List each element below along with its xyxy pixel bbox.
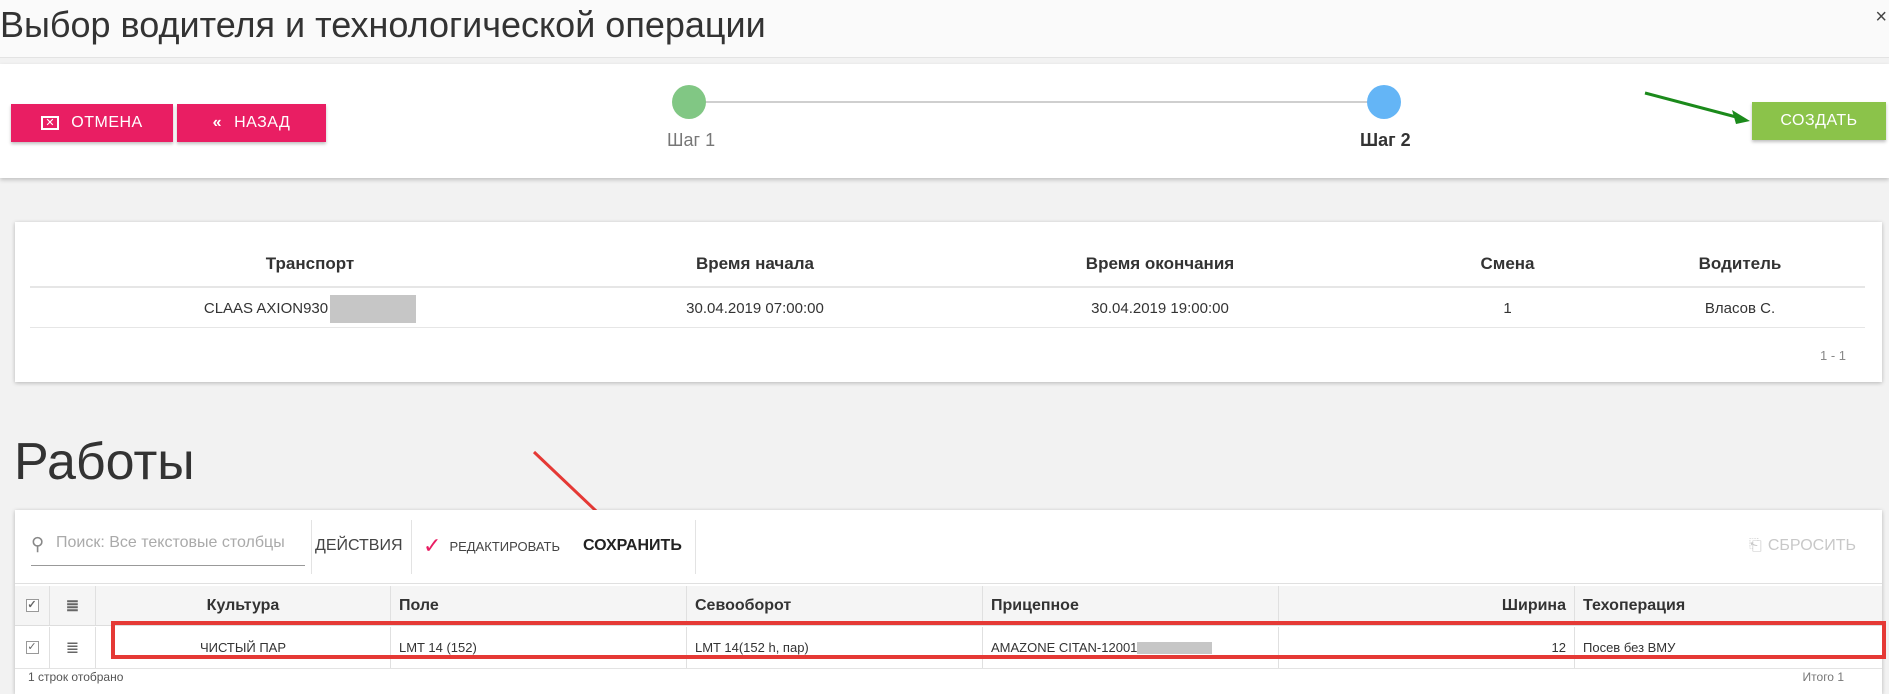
cell-transport: CLAAS AXION930 <box>30 290 590 327</box>
create-button[interactable]: СОЗДАТЬ <box>1752 102 1886 140</box>
cell-shift: 1 <box>1503 300 1512 317</box>
works-grid-card: ⚲ ДЕЙСТВИЯ ✓ РЕДАКТИРОВАТЬ СОХРАНИТЬ ⎗ С… <box>15 510 1886 694</box>
step-connector-line <box>689 101 1385 103</box>
redacted-block <box>1137 641 1213 654</box>
cell-driver: Власов С. <box>1704 300 1776 317</box>
cell-trailer[interactable]: AMAZONE CITAN-12001 <box>983 627 1279 668</box>
transport-name: CLAAS AXION930 <box>203 300 329 317</box>
edit-button-label: РЕДАКТИРОВАТЬ <box>449 538 560 554</box>
transport-table-header: Транспорт Время начала Время окончания С… <box>30 242 1865 288</box>
col-trailer[interactable]: Прицепное <box>983 586 1279 625</box>
cell-rotation[interactable]: LMT 14(152 h, пар) <box>687 627 983 668</box>
double-chevron-left-icon: « <box>212 114 223 131</box>
cancel-button-label: ОТМЕНА <box>71 114 143 131</box>
select-all-checkbox[interactable]: ✓ <box>25 599 39 612</box>
create-button-label: СОЗДАТЬ <box>1780 112 1858 129</box>
toolbar-divider <box>311 520 312 574</box>
actions-button[interactable]: ДЕЙСТВИЯ <box>315 528 403 564</box>
select-all-cell: ✓ <box>15 586 50 625</box>
col-width[interactable]: Ширина <box>1279 586 1575 625</box>
save-button[interactable]: СОХРАНИТЬ <box>583 528 682 564</box>
toolbar-divider <box>411 520 412 574</box>
row-checkbox[interactable]: ✓ <box>25 641 39 654</box>
reset-button[interactable]: ⎗ СБРОСИТЬ <box>1749 528 1856 564</box>
row-menu-icon[interactable]: ≣ <box>66 638 79 658</box>
col-rotation[interactable]: Севооборот <box>687 586 983 625</box>
stepper-panel: ✕ ОТМЕНА « НАЗАД Шаг 1 Шаг 2 СОЗДАТЬ <box>0 64 1889 178</box>
col-shift[interactable]: Смена <box>1400 242 1615 286</box>
cell-width[interactable]: 12 <box>1279 627 1575 668</box>
cancel-button[interactable]: ✕ ОТМЕНА <box>11 104 173 142</box>
edit-button[interactable]: ✓ РЕДАКТИРОВАТЬ <box>423 528 560 564</box>
total-count: Итого 1 <box>1802 670 1844 684</box>
step-1-dot[interactable] <box>672 85 706 119</box>
window-title: Выбор водителя и технологической операци… <box>0 4 766 45</box>
close-icon[interactable]: × <box>1875 6 1887 29</box>
cell-operation[interactable]: Посев без ВМУ <box>1575 627 1882 668</box>
selected-count: 1 строк отобрано <box>28 670 124 684</box>
reset-button-label: СБРОСИТЬ <box>1767 537 1856 554</box>
search-icon: ⚲ <box>31 534 45 554</box>
col-start-time[interactable]: Время начала <box>590 242 920 286</box>
cell-culture[interactable]: ЧИСТЫЙ ПАР <box>96 627 391 668</box>
col-transport[interactable]: Транспорт <box>30 242 590 286</box>
works-section-title: Работы <box>14 433 195 491</box>
works-table-header: ✓ ≣ Культура Поле Севооборот Прицепное Ш… <box>15 586 1882 626</box>
table-row[interactable]: CLAAS AXION930 30.04.2019 07:00:00 30.04… <box>30 290 1865 328</box>
col-field[interactable]: Поле <box>391 586 687 625</box>
search-box: ⚲ <box>31 526 305 566</box>
back-button-label: НАЗАД <box>234 114 291 131</box>
pager-info: 1 - 1 <box>1819 348 1846 363</box>
window-titlebar: Выбор водителя и технологической операци… <box>0 0 1889 58</box>
step-2-label: Шаг 2 <box>1360 130 1411 150</box>
col-driver[interactable]: Водитель <box>1615 242 1865 286</box>
cell-field[interactable]: LMT 14 (152) <box>391 627 687 668</box>
transport-card: Транспорт Время начала Время окончания С… <box>15 222 1882 382</box>
grid-toolbar: ⚲ ДЕЙСТВИЯ ✓ РЕДАКТИРОВАТЬ СОХРАНИТЬ ⎗ С… <box>15 510 1882 584</box>
cell-start-time: 30.04.2019 07:00:00 <box>686 300 824 317</box>
checkmark-icon: ✓ <box>423 533 442 558</box>
col-culture[interactable]: Культура <box>96 586 391 625</box>
trailer-name: AMAZONE CITAN-12001 <box>991 640 1138 655</box>
header-menu-cell: ≣ <box>50 586 96 625</box>
search-input[interactable] <box>56 534 301 552</box>
row-select-cell: ✓ <box>15 627 50 668</box>
reset-icon: ⎗ <box>1749 537 1762 554</box>
row-menu-cell: ≣ <box>50 627 96 668</box>
cancel-box-icon: ✕ <box>41 116 60 130</box>
step-1-label: Шаг 1 <box>667 130 716 150</box>
col-operation[interactable]: Техоперация <box>1575 586 1882 625</box>
col-end-time[interactable]: Время окончания <box>920 242 1400 286</box>
step-2-dot[interactable] <box>1367 85 1401 119</box>
column-menu-icon[interactable]: ≣ <box>66 596 79 616</box>
redacted-block <box>330 294 417 323</box>
toolbar-divider <box>695 520 696 574</box>
back-button[interactable]: « НАЗАД <box>177 104 326 142</box>
cell-end-time: 30.04.2019 19:00:00 <box>1091 300 1229 317</box>
table-row[interactable]: ✓ ≣ ЧИСТЫЙ ПАР LMT 14 (152) LMT 14(152 h… <box>15 627 1882 669</box>
